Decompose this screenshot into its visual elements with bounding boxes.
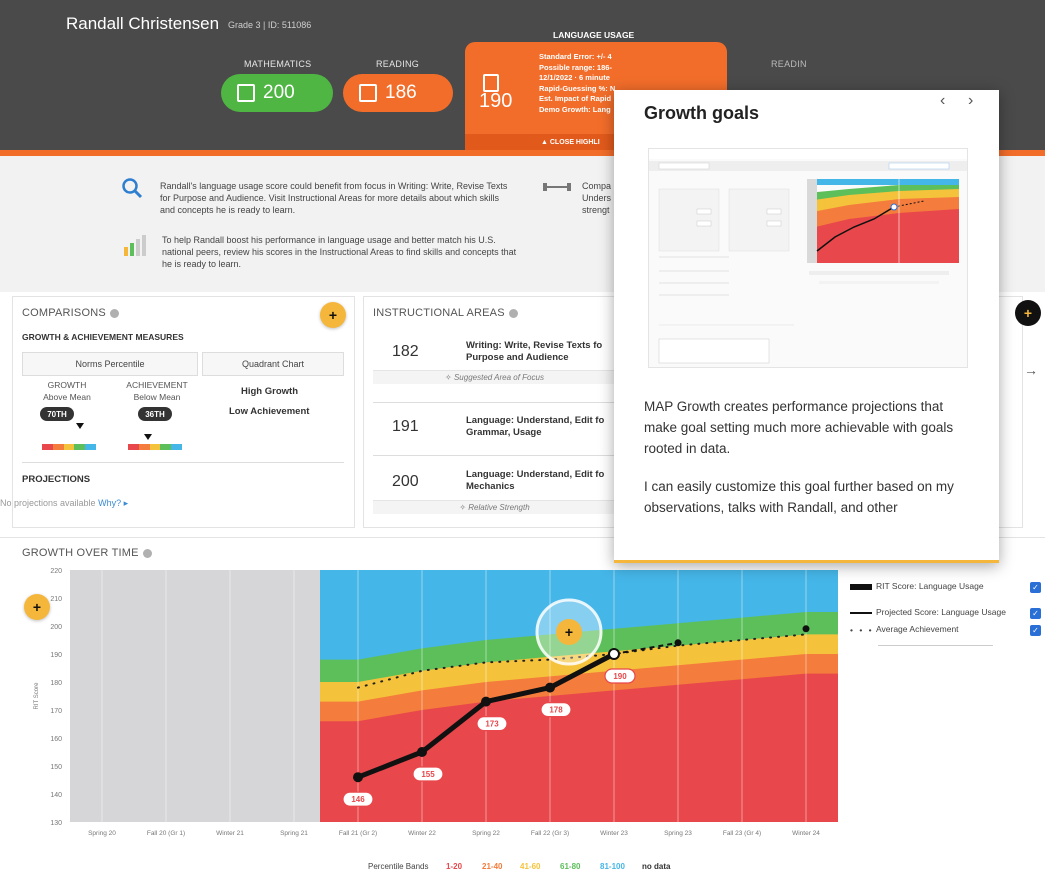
x-tick-label: Winter 23 — [600, 830, 628, 837]
rit-point-label: 173 — [485, 720, 499, 729]
projected-line-swatch — [850, 611, 872, 614]
rit-point-label: 146 — [351, 795, 365, 804]
average-checkbox[interactable]: ✓ — [1030, 625, 1041, 636]
band-legend-item: 21-40 — [482, 862, 503, 871]
percentile-bands-label: Percentile Bands — [368, 862, 429, 871]
chevron-left-icon[interactable]: ‹ — [940, 92, 945, 110]
chevron-right-icon[interactable]: › — [968, 92, 973, 110]
no-data-region — [70, 570, 320, 822]
rit-line-swatch — [850, 583, 872, 590]
x-tick-label: Fall 21 (Gr 2) — [339, 830, 377, 837]
x-tick-label: Spring 22 — [472, 830, 500, 837]
band-legend-item: 41-60 — [520, 862, 541, 871]
popup-paragraph: MAP Growth creates performance projectio… — [644, 399, 954, 456]
divider — [878, 645, 993, 646]
x-tick-label: Fall 22 (Gr 3) — [531, 830, 569, 837]
x-tick-label: Winter 21 — [216, 830, 244, 837]
rit-point — [353, 772, 363, 783]
x-tick-label: Winter 22 — [408, 830, 436, 837]
y-tick-label: 190 — [50, 652, 62, 659]
y-tick-label: 180 — [50, 680, 62, 687]
y-tick-label: 160 — [50, 736, 62, 743]
popup-title: Growth goals — [644, 103, 760, 123]
dark-add-button[interactable]: + — [1015, 300, 1041, 326]
y-tick-label: 220 — [50, 568, 62, 575]
rit-checkbox[interactable]: ✓ — [1030, 582, 1041, 593]
projected-point — [802, 625, 810, 633]
rit-point — [608, 648, 620, 660]
band-legend-item: 1-20 — [446, 862, 463, 871]
rit-point-label: 178 — [549, 706, 563, 715]
y-tick-label: 140 — [50, 792, 62, 799]
y-tick-label: 210 — [50, 596, 62, 603]
y-tick-label: 170 — [50, 708, 62, 715]
band-legend-item: 81-100 — [600, 862, 625, 871]
x-tick-label: Spring 23 — [664, 830, 692, 837]
projected-point — [674, 639, 682, 647]
popup-screenshot-thumbnail — [648, 148, 968, 368]
x-tick-label: Fall 23 (Gr 4) — [723, 830, 761, 837]
popup-paragraph: I can easily customize this goal further… — [644, 479, 954, 515]
y-axis-label: RIT Score — [34, 682, 40, 710]
highlight-add-symbol: + — [565, 624, 573, 640]
rit-point-label: 155 — [421, 770, 435, 779]
average-dots-swatch: • • • — [850, 624, 874, 635]
popup-body: MAP Growth creates performance projectio… — [644, 396, 974, 535]
band-legend-item: 61-80 — [560, 862, 581, 871]
x-tick-label: Spring 20 — [88, 830, 116, 837]
rit-point-label: 190 — [613, 672, 627, 681]
y-tick-label: 130 — [50, 820, 62, 827]
x-tick-label: Fall 20 (Gr 1) — [147, 830, 185, 837]
y-tick-label: 150 — [50, 764, 62, 771]
legend-projected: Projected Score: Language Usage — [850, 607, 1006, 617]
x-tick-label: Spring 21 — [280, 830, 308, 837]
y-tick-label: 200 — [50, 624, 62, 631]
rit-point — [417, 747, 427, 757]
growth-goals-popup: Growth goals ‹ › MAP Growth creates perf… — [614, 90, 999, 563]
x-tick-label: Winter 24 — [792, 830, 820, 837]
legend-rit: RIT Score: Language Usage — [850, 581, 984, 591]
band-legend-item: no data — [642, 862, 671, 871]
rit-point — [481, 696, 491, 707]
projected-checkbox[interactable]: ✓ — [1030, 608, 1041, 619]
chart-add-button[interactable]: + — [24, 594, 50, 620]
rit-point — [545, 682, 555, 693]
legend-average: • • • Average Achievement — [850, 624, 959, 635]
